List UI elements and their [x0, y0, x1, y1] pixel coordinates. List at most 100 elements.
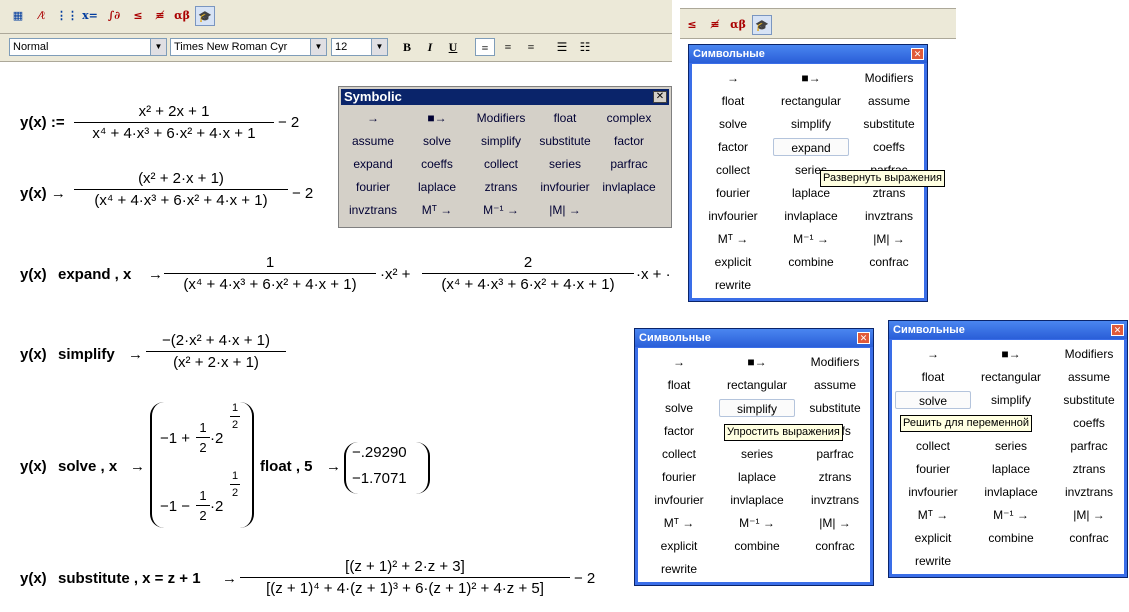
- palette-button[interactable]: invlaplace: [973, 483, 1049, 501]
- greek-icon[interactable]: αβ: [728, 15, 748, 35]
- palette-button[interactable]: parfrac: [1051, 437, 1127, 455]
- palette-button[interactable]: parfrac: [797, 445, 873, 463]
- palette-button[interactable]: →: [695, 69, 771, 87]
- palette-button[interactable]: |M| →: [533, 201, 597, 219]
- palette-button[interactable]: Mᵀ →: [405, 201, 469, 219]
- palette-button[interactable]: fourier: [641, 468, 717, 486]
- evaluation-icon[interactable]: x=: [80, 6, 100, 26]
- palette-button[interactable]: ■→: [719, 353, 795, 371]
- symbolic-icon[interactable]: 🎓: [195, 6, 215, 26]
- palette-button[interactable]: float: [695, 92, 771, 110]
- palette-button[interactable]: coeffs: [1051, 414, 1127, 432]
- palette-button[interactable]: ztrans: [469, 178, 533, 196]
- palette-button[interactable]: factor: [641, 422, 717, 440]
- palette-button[interactable]: expand: [773, 138, 849, 156]
- palette-button[interactable]: series: [973, 437, 1049, 455]
- palette-button[interactable]: |M| →: [1051, 506, 1127, 524]
- palette-button[interactable]: rewrite: [641, 560, 717, 578]
- palette-button[interactable]: confrac: [797, 537, 873, 555]
- palette-button[interactable]: substitute: [1051, 391, 1127, 409]
- palette-button[interactable]: M⁻¹ →: [773, 230, 849, 248]
- palette-button[interactable]: solve: [695, 115, 771, 133]
- symbolic-icon[interactable]: 🎓: [752, 15, 772, 35]
- palette-button[interactable]: coeffs: [851, 138, 927, 156]
- palette-button[interactable]: parfrac: [597, 155, 661, 173]
- palette-button[interactable]: invfourier: [695, 207, 771, 225]
- programming-icon[interactable]: ≢: [150, 6, 170, 26]
- palette-button[interactable]: rewrite: [895, 552, 971, 570]
- palette-button[interactable]: →: [341, 109, 405, 127]
- palette-button[interactable]: collect: [469, 155, 533, 173]
- palette-button[interactable]: expand: [341, 155, 405, 173]
- palette-button[interactable]: Mᵀ →: [895, 506, 971, 524]
- palette-button[interactable]: M⁻¹ →: [973, 506, 1049, 524]
- palette-button[interactable]: combine: [973, 529, 1049, 547]
- palette-button[interactable]: invztrans: [851, 207, 927, 225]
- palette-button[interactable]: invztrans: [797, 491, 873, 509]
- align-center-icon[interactable]: ≡: [498, 38, 518, 56]
- bullets-icon[interactable]: ☰: [552, 38, 572, 56]
- palette-button[interactable]: substitute: [797, 399, 873, 417]
- palette-button[interactable]: →: [895, 345, 971, 363]
- font-select[interactable]: Times New Roman Cyr ▼: [170, 38, 327, 56]
- palette-button[interactable]: Modifiers: [1051, 345, 1127, 363]
- size-select[interactable]: 12 ▼: [331, 38, 388, 56]
- palette-button[interactable]: solve: [895, 391, 971, 409]
- palette-button[interactable]: invfourier: [895, 483, 971, 501]
- palette-button[interactable]: assume: [341, 132, 405, 150]
- palette-button[interactable]: float: [641, 376, 717, 394]
- underline-button[interactable]: U: [443, 38, 463, 56]
- palette-button[interactable]: series: [719, 445, 795, 463]
- matrix-icon[interactable]: ⋮⋮: [56, 6, 78, 26]
- palette-button[interactable]: laplace: [973, 460, 1049, 478]
- palette-button[interactable]: laplace: [405, 178, 469, 196]
- palette-button[interactable]: simplify: [973, 391, 1049, 409]
- programming-icon[interactable]: ≢: [705, 15, 725, 35]
- palette-button[interactable]: explicit: [695, 253, 771, 271]
- palette-button[interactable]: laplace: [719, 468, 795, 486]
- calculator-icon[interactable]: ▦: [8, 6, 28, 26]
- palette-button[interactable]: combine: [773, 253, 849, 271]
- graph-icon[interactable]: ⁄ℓ: [32, 6, 52, 26]
- palette-button[interactable]: ■→: [773, 69, 849, 87]
- palette-button[interactable]: assume: [1051, 368, 1127, 386]
- palette-button[interactable]: Mᵀ →: [641, 514, 717, 532]
- palette-button[interactable]: invztrans: [341, 201, 405, 219]
- palette-button[interactable]: Mᵀ →: [695, 230, 771, 248]
- palette-button[interactable]: ztrans: [797, 468, 873, 486]
- close-icon[interactable]: ✕: [653, 91, 667, 103]
- palette-button[interactable]: solve: [405, 132, 469, 150]
- palette-button[interactable]: Modifiers: [851, 69, 927, 87]
- palette-button[interactable]: combine: [719, 537, 795, 555]
- palette-button[interactable]: |M| →: [797, 514, 873, 532]
- palette-button[interactable]: float: [533, 109, 597, 127]
- palette-button[interactable]: coeffs: [405, 155, 469, 173]
- palette-button[interactable]: ■→: [973, 345, 1049, 363]
- palette-button[interactable]: fourier: [695, 184, 771, 202]
- palette-button[interactable]: factor: [695, 138, 771, 156]
- palette-button[interactable]: invlaplace: [773, 207, 849, 225]
- greek-icon[interactable]: αβ: [172, 6, 192, 26]
- palette-button[interactable]: solve: [641, 399, 717, 417]
- close-icon[interactable]: ✕: [857, 332, 870, 344]
- palette-button[interactable]: rewrite: [695, 276, 771, 294]
- palette-button[interactable]: rectangular: [773, 92, 849, 110]
- bold-button[interactable]: B: [397, 38, 417, 56]
- palette-button[interactable]: simplify: [719, 399, 795, 417]
- numbering-icon[interactable]: ☷: [575, 38, 595, 56]
- italic-button[interactable]: I: [420, 38, 440, 56]
- palette-button[interactable]: confrac: [1051, 529, 1127, 547]
- palette-button[interactable]: fourier: [341, 178, 405, 196]
- close-icon[interactable]: ✕: [1111, 324, 1124, 336]
- palette-button[interactable]: collect: [641, 445, 717, 463]
- palette-button[interactable]: collect: [895, 437, 971, 455]
- palette-button[interactable]: invlaplace: [597, 178, 661, 196]
- palette-button[interactable]: →: [641, 353, 717, 371]
- palette-button[interactable]: simplify: [469, 132, 533, 150]
- align-left-icon[interactable]: ≡: [475, 38, 495, 56]
- palette-button[interactable]: fourier: [895, 460, 971, 478]
- boolean-icon[interactable]: ≤: [128, 6, 148, 26]
- palette-button[interactable]: ztrans: [1051, 460, 1127, 478]
- palette-button[interactable]: invztrans: [1051, 483, 1127, 501]
- palette-button[interactable]: float: [895, 368, 971, 386]
